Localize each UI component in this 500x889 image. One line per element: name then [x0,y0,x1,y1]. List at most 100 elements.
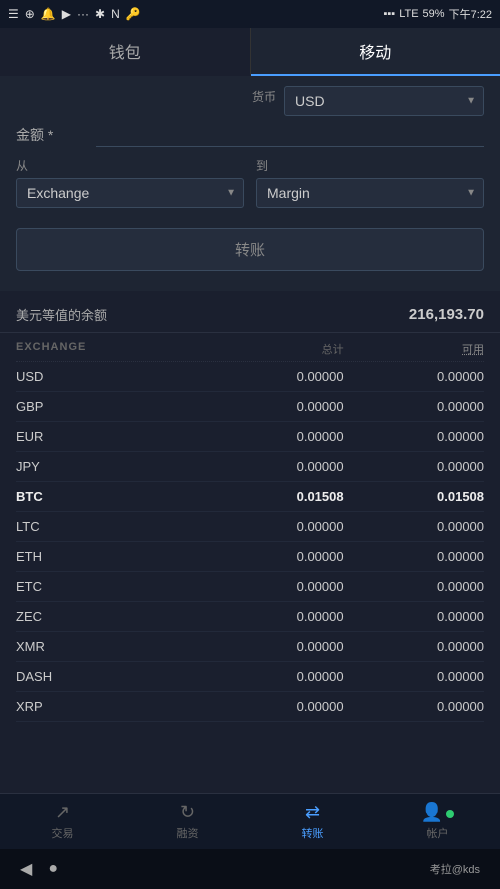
row-available: 0.00000 [344,699,484,714]
lte-label: LTE [399,8,418,20]
notif-icon: 🔔 [41,7,56,21]
sys-bar: ◀ ● 考拉@kds [0,849,500,889]
row-available: 0.00000 [344,669,484,684]
top-tabs: 钱包 移动 [0,28,500,76]
row-total: 0.00000 [203,609,343,624]
amount-row: 金额 * [16,122,484,147]
row-available: 0.00000 [344,459,484,474]
row-currency: ETC [16,579,203,594]
row-currency: ETH [16,549,203,564]
nav-trade[interactable]: ↗ 交易 [0,794,125,849]
table-row: GBP 0.00000 0.00000 [16,392,484,422]
row-total: 0.00000 [203,669,343,684]
nav-fund[interactable]: ↻ 融资 [125,794,250,849]
row-currency: LTC [16,519,203,534]
col-header-available: 可用 [344,341,484,357]
to-select-wrapper: Margin Exchange Funding [256,178,484,208]
transfer-icon: ⇄ [305,802,320,823]
row-currency: BTC [16,489,203,504]
nav-transfer-label: 转账 [302,825,324,841]
row-available: 0.01508 [344,489,484,504]
table-row: BTC 0.01508 0.01508 [16,482,484,512]
col-header-exchange: EXCHANGE [16,341,203,357]
to-select[interactable]: Margin Exchange Funding [256,178,484,208]
row-total: 0.00000 [203,579,343,594]
row-available: 0.00000 [344,609,484,624]
battery-label: 59% [423,8,445,20]
nav-transfer[interactable]: ⇄ 转账 [250,794,375,849]
table-row: JPY 0.00000 0.00000 [16,452,484,482]
play-icon: ▶ [62,7,71,21]
table-row: ETC 0.00000 0.00000 [16,572,484,602]
signal-icon: ▪▪▪ [383,8,395,20]
from-label: 从 [16,157,244,174]
transfer-btn-row: 转账 [16,218,484,275]
sys-bar-left: ◀ ● [20,859,58,879]
nav-account[interactable]: 👤 帐户 [375,794,500,849]
row-total: 0.00000 [203,549,343,564]
table-row: ZEC 0.00000 0.00000 [16,602,484,632]
amount-label: 金额 * [16,125,96,145]
row-available: 0.00000 [344,579,484,594]
row-currency: DASH [16,669,203,684]
row-currency: XMR [16,639,203,654]
status-right-info: ▪▪▪ LTE 59% 下午7:22 [383,6,492,22]
row-total: 0.00000 [203,639,343,654]
transfer-button[interactable]: 转账 [16,228,484,271]
balance-value: 216,193.70 [409,306,484,323]
tab-wallet[interactable]: 钱包 [0,28,251,76]
row-currency: ZEC [16,609,203,624]
table-row: ETH 0.00000 0.00000 [16,542,484,572]
row-available: 0.00000 [344,519,484,534]
to-col: 到 Margin Exchange Funding [256,157,484,208]
balance-label: 美元等值的余额 [16,305,107,324]
table-header: EXCHANGE 总计 可用 [16,333,484,362]
currency-select[interactable]: USD EUR GBP [284,86,484,116]
from-to-row: 从 Exchange Margin Funding 到 Margin Excha… [16,157,484,208]
row-available: 0.00000 [344,369,484,384]
bluetooth-icon: ✱ [95,7,105,21]
to-label: 到 [256,157,484,174]
col-header-total: 总计 [203,341,343,357]
amount-input[interactable] [96,122,484,147]
app-icon-1: ⊕ [25,7,35,21]
table-row: DASH 0.00000 0.00000 [16,662,484,692]
row-total: 0.00000 [203,399,343,414]
nav-fund-label: 融资 [177,825,199,841]
row-total: 0.00000 [203,459,343,474]
row-currency: USD [16,369,203,384]
sys-bar-right: 考拉@kds [430,861,480,877]
currency-row: 货币 USD EUR GBP [16,86,484,116]
row-currency: GBP [16,399,203,414]
row-total: 0.00000 [203,699,343,714]
row-available: 0.00000 [344,549,484,564]
row-available: 0.00000 [344,399,484,414]
more-icon: ··· [77,7,89,21]
row-total: 0.01508 [203,489,343,504]
account-dot [446,810,454,818]
row-currency: JPY [16,459,203,474]
key-icon: 🔑 [126,7,141,21]
account-icon: 👤 [421,802,454,823]
home-button[interactable]: ● [48,860,58,878]
status-left-icons: ☰ ⊕ 🔔 ▶ ··· ✱ N 🔑 [8,7,141,21]
table-row: LTC 0.00000 0.00000 [16,512,484,542]
tab-mobile[interactable]: 移动 [251,28,500,76]
bottom-nav: ↗ 交易 ↻ 融资 ⇄ 转账 👤 帐户 [0,793,500,849]
row-total: 0.00000 [203,519,343,534]
row-total: 0.00000 [203,369,343,384]
table-row: XMR 0.00000 0.00000 [16,632,484,662]
row-total: 0.00000 [203,429,343,444]
table-header-right: 总计 可用 [203,341,484,357]
form-area: 货币 USD EUR GBP 金额 * 从 Exchange Margin Fu… [0,76,500,291]
from-col: 从 Exchange Margin Funding [16,157,244,208]
from-select[interactable]: Exchange Margin Funding [16,178,244,208]
fund-icon: ↻ [180,802,195,823]
table-row: EUR 0.00000 0.00000 [16,422,484,452]
trade-icon: ↗ [55,802,70,823]
row-currency: EUR [16,429,203,444]
back-button[interactable]: ◀ [20,859,32,879]
table-row: USD 0.00000 0.00000 [16,362,484,392]
table-row: XRP 0.00000 0.00000 [16,692,484,722]
currency-label: 货币 [252,86,276,116]
